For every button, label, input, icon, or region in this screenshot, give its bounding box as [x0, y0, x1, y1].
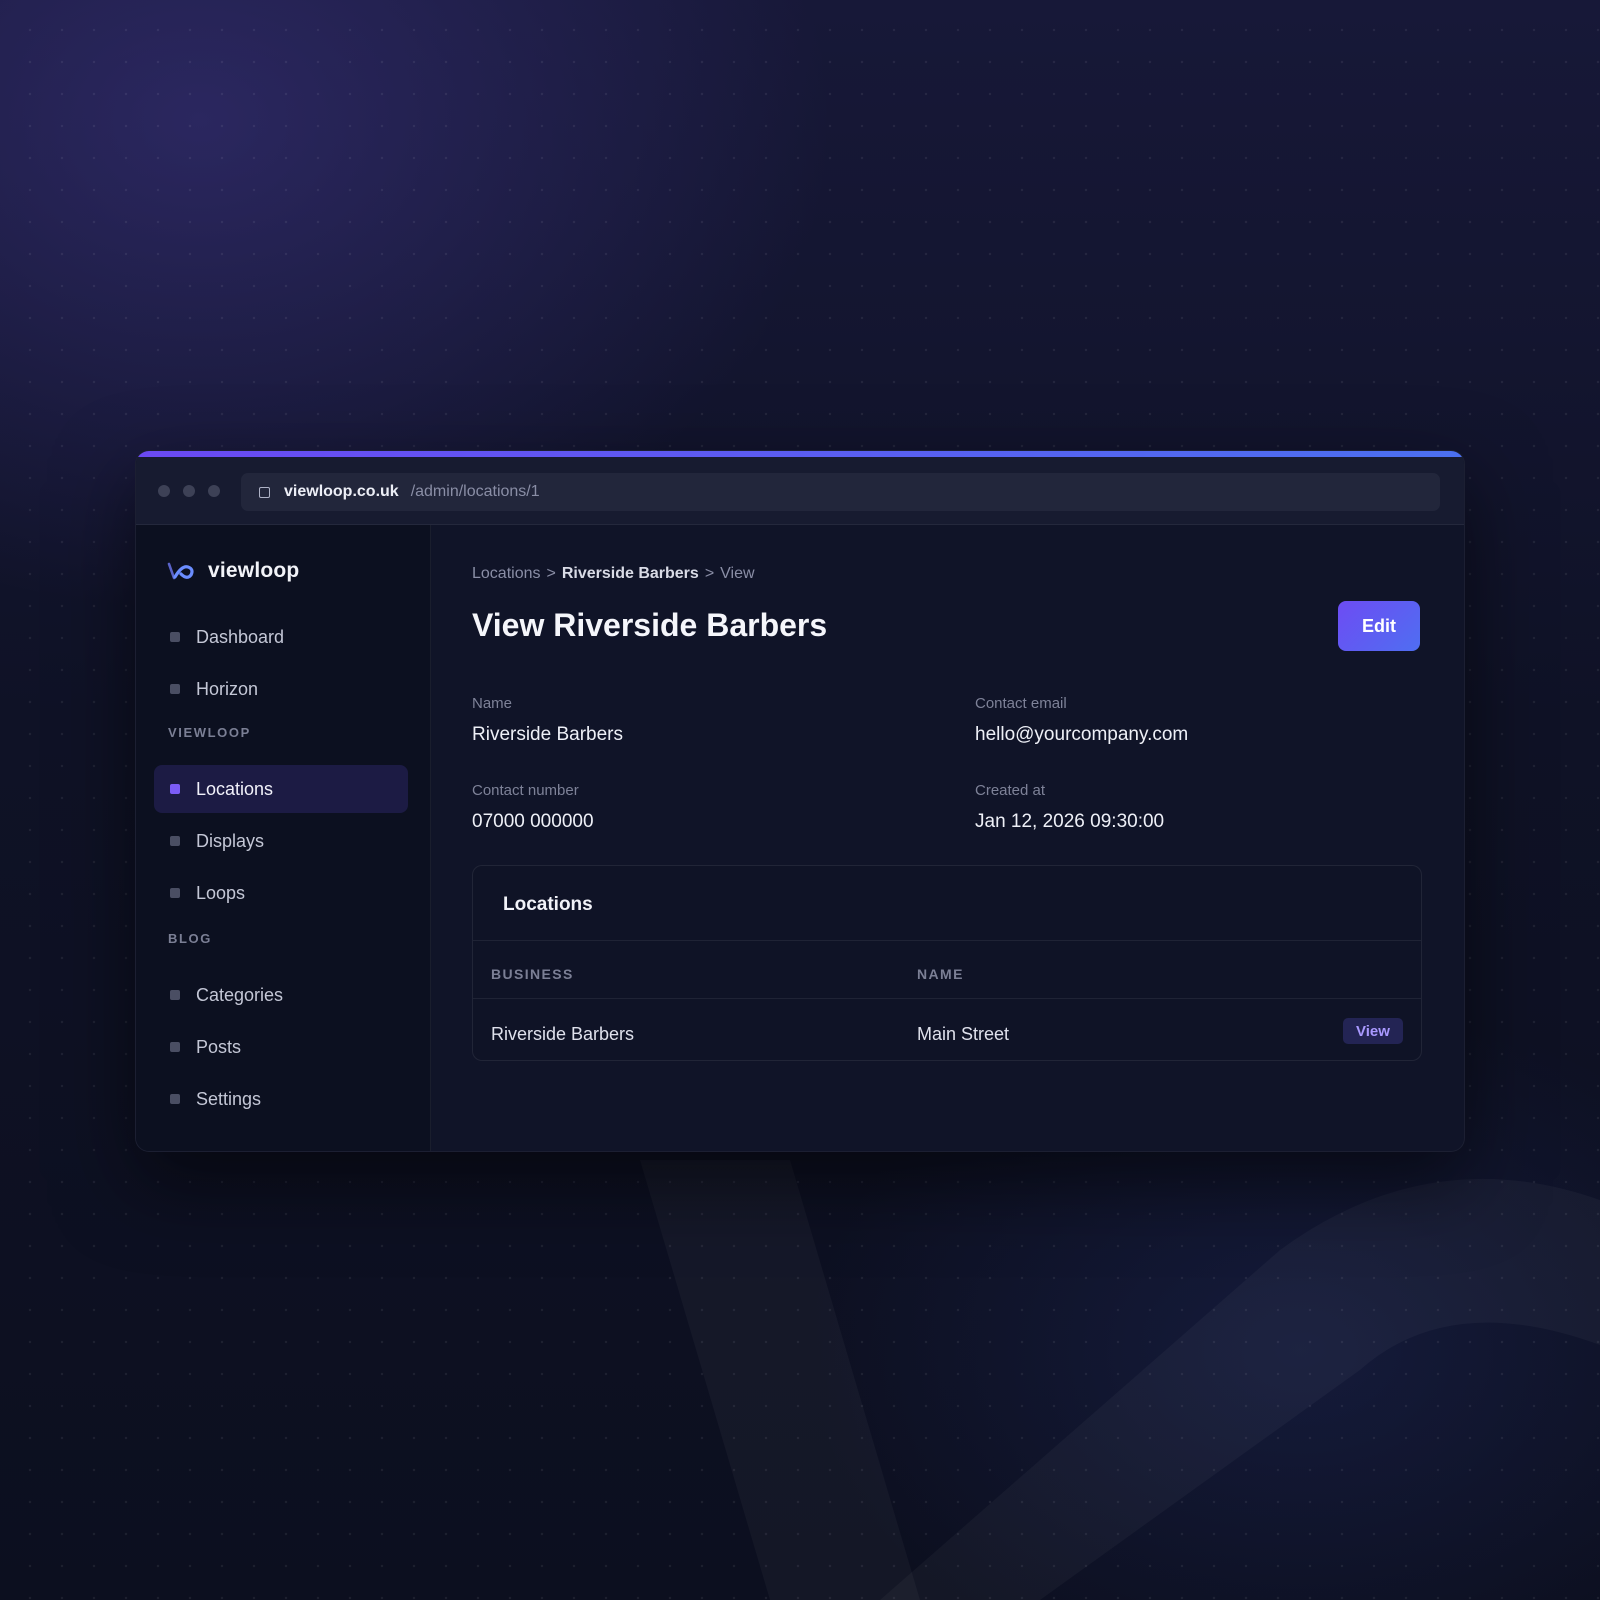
contact-number-value: 07000 000000: [472, 811, 594, 832]
breadcrumb-separator: >: [546, 565, 556, 582]
name-value: Riverside Barbers: [472, 724, 623, 745]
maximize-window-dot[interactable]: [208, 485, 220, 497]
column-header-business: BUSINESS: [491, 966, 574, 982]
breadcrumb-view: View: [720, 565, 755, 582]
brand-logo[interactable]: viewloop: [166, 559, 299, 583]
created-at-value: Jan 12, 2026 09:30:00: [975, 811, 1165, 832]
sidebar-item-locations[interactable]: Locations: [154, 765, 408, 813]
contact-email-field: Contact email hello@yourcompany.com: [975, 695, 1188, 746]
sidebar-item-label: Horizon: [196, 678, 259, 699]
sidebar-item-label: Dashboard: [196, 626, 285, 647]
breadcrumb-separator: >: [704, 565, 715, 582]
browser-toolbar: viewloop.co.uk /admin/locations/1: [136, 457, 1464, 525]
bullet-icon: [170, 684, 180, 694]
view-row-button[interactable]: View: [1343, 1018, 1403, 1044]
bullet-icon: [170, 1094, 180, 1104]
close-window-dot[interactable]: [158, 485, 170, 497]
sidebar-item-posts[interactable]: Posts: [154, 1023, 408, 1071]
row-business-cell: Riverside Barbers: [491, 1024, 635, 1044]
sidebar-item-settings[interactable]: Settings: [154, 1075, 408, 1123]
name-label: Name: [472, 695, 513, 712]
contact-number-label: Contact number: [472, 782, 579, 799]
bullet-icon: [170, 632, 180, 642]
minimize-window-dot[interactable]: [183, 485, 195, 497]
sidebar-item-label: Posts: [196, 1036, 242, 1057]
name-field: Name Riverside Barbers: [472, 695, 623, 746]
sidebar-item-displays[interactable]: Displays: [154, 817, 408, 865]
sidebar-item-label: Loops: [196, 882, 246, 903]
breadcrumb: Locations > Riverside Barbers > View: [472, 565, 755, 583]
browser-window: viewloop.co.uk /admin/locations/1 viewlo…: [135, 450, 1465, 1152]
sidebar-item-dashboard[interactable]: Dashboard: [154, 613, 408, 661]
sidebar-item-label: Categories: [196, 984, 284, 1005]
page-title: View Riverside Barbers: [472, 607, 828, 643]
bullet-icon: [170, 990, 180, 1000]
bullet-icon: [170, 784, 180, 794]
section-label-blog: BLOG: [168, 931, 212, 946]
locations-card: Locations BUSINESS NAME Riverside Barber…: [472, 865, 1422, 1061]
bullet-icon: [170, 888, 180, 898]
breadcrumb-locations[interactable]: Locations: [472, 565, 541, 582]
sidebar-item-label: Displays: [196, 830, 265, 851]
column-header-name: NAME: [917, 966, 964, 982]
sidebar-item-loops[interactable]: Loops: [154, 869, 408, 917]
address-path: /admin/locations/1: [410, 483, 540, 500]
sidebar: viewloop Dashboard Horizon VIEWLOOP Loca…: [136, 525, 431, 1151]
edit-button[interactable]: Edit: [1338, 601, 1420, 651]
row-name-cell: Main Street: [917, 1024, 1010, 1044]
sidebar-item-horizon[interactable]: Horizon: [154, 665, 408, 713]
page-icon: [259, 486, 270, 498]
section-label-viewloop: VIEWLOOP: [168, 725, 251, 740]
card-divider: [473, 940, 1421, 941]
contact-email-value: hello@yourcompany.com: [975, 724, 1189, 745]
bullet-icon: [170, 836, 180, 846]
created-at-label: Created at: [975, 782, 1046, 799]
locations-card-title: Locations: [503, 894, 593, 915]
contact-email-label: Contact email: [975, 695, 1067, 712]
address-bar[interactable]: viewloop.co.uk /admin/locations/1: [241, 473, 1440, 511]
sidebar-item-categories[interactable]: Categories: [154, 971, 408, 1019]
bullet-icon: [170, 1042, 180, 1052]
brand-name: viewloop: [208, 559, 300, 582]
sidebar-item-label: Locations: [196, 778, 274, 799]
breadcrumb-riverside-barbers[interactable]: Riverside Barbers: [562, 565, 699, 582]
viewloop-logo-icon: [167, 562, 194, 580]
sidebar-item-label: Settings: [196, 1088, 262, 1109]
address-domain: viewloop.co.uk: [284, 483, 399, 500]
main-content: Locations > Riverside Barbers > View View Ri…: [432, 525, 1464, 1151]
created-at-field: Created at Jan 12, 2026 09:30:00: [975, 782, 1164, 833]
header-divider: [473, 998, 1421, 999]
window-controls: [158, 485, 220, 497]
contact-number-field: Contact number 07000 000000: [472, 782, 594, 833]
